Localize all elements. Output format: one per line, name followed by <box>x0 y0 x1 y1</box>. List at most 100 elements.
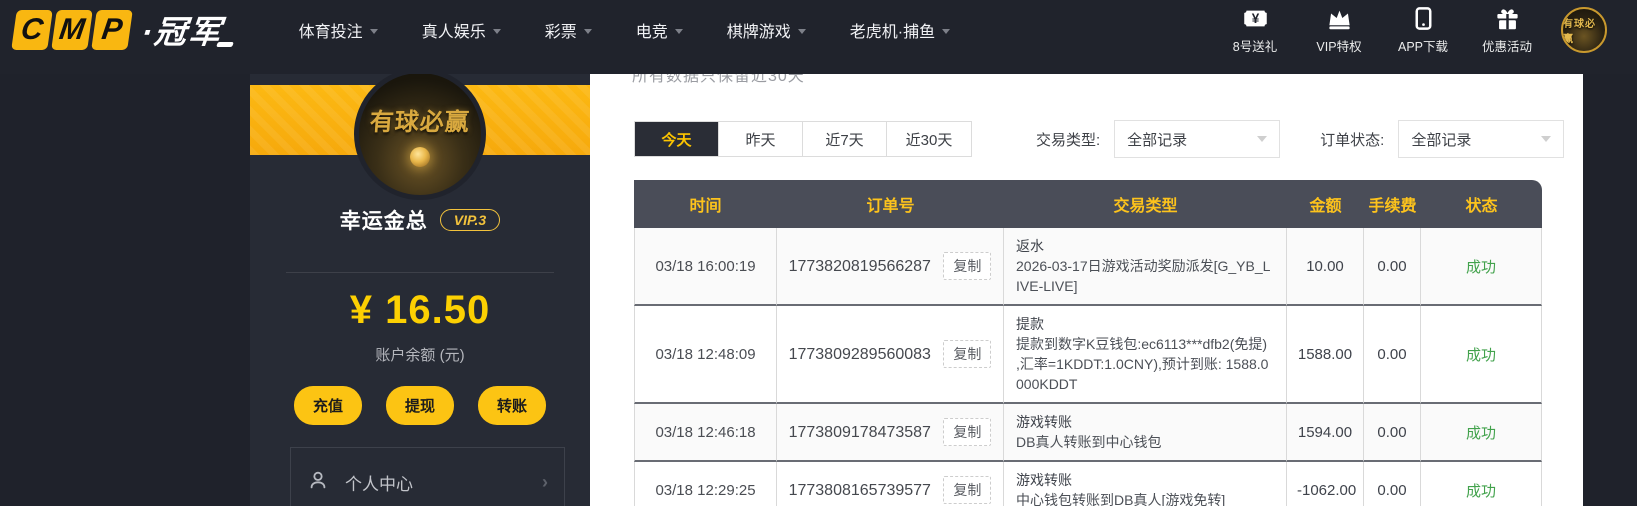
column-header-5: 状态 <box>1421 180 1542 228</box>
top-navigation-bar: C M P ·冠军 体育投注 真人娱乐 彩票 电竞 棋牌游戏 老虎机·捕鱼 ¥ … <box>0 0 1637 74</box>
date-range-tabs: 今天 昨天 近7天 近30天 <box>634 121 972 157</box>
table-row: 03/18 12:48:09 1773809289560083 复制 提款 提款… <box>634 306 1542 404</box>
main-nav: 体育投注 真人娱乐 彩票 电竞 棋牌游戏 老虎机·捕鱼 <box>299 18 951 42</box>
username: 幸运金总 <box>339 210 428 233</box>
nav-item-1[interactable]: 真人娱乐 <box>422 18 501 42</box>
account-balance: ¥ 16.50 <box>349 288 491 332</box>
cell-time: 03/18 12:29:25 <box>634 462 777 506</box>
table-header-row: 时间 订单号 交易类型 金额 手续费 状态 <box>634 180 1542 228</box>
page: C M P ·冠军 体育投注 真人娱乐 彩票 电竞 棋牌游戏 老虎机·捕鱼 ¥ … <box>0 0 1637 506</box>
column-header-2: 交易类型 <box>1004 180 1287 228</box>
copy-button[interactable]: 复制 <box>943 418 992 446</box>
logo-letter-box: P <box>91 10 133 50</box>
phone-icon <box>1410 5 1437 32</box>
coupon-icon: ¥ <box>1242 5 1269 32</box>
svg-text:¥: ¥ <box>1251 11 1259 26</box>
cell-order-number: 1773809178473587 复制 <box>777 404 1004 462</box>
cell-transaction-type: 提款 提款到数字K豆钱包:ec6113***dfb2(免提) ,汇率=1KDDT… <box>1004 306 1287 404</box>
chevron-down-icon <box>942 28 951 34</box>
chevron-down-icon <box>674 28 683 34</box>
site-logo[interactable]: C M P ·冠军 <box>11 7 234 53</box>
column-header-0: 时间 <box>634 180 777 228</box>
sidebar-item-personal-center[interactable]: 个人中心 › <box>290 447 565 506</box>
order-status-select[interactable]: 全部记录 <box>1398 120 1565 158</box>
cell-amount: -1062.00 <box>1287 462 1364 506</box>
copy-button[interactable]: 复制 <box>943 340 992 368</box>
chevron-down-icon <box>1541 136 1552 142</box>
cell-status: 成功 <box>1421 306 1542 404</box>
logo-letter-box: M <box>51 10 93 50</box>
cell-transaction-type: 游戏转账 DB真人转账到中心钱包 <box>1004 404 1287 462</box>
order-status-label: 订单状态: <box>1320 131 1385 149</box>
chevron-down-icon <box>583 28 592 34</box>
tab-1[interactable]: 昨天 <box>719 122 803 156</box>
cell-time: 03/18 12:46:18 <box>634 404 777 462</box>
logo-dash-decoration <box>215 42 234 47</box>
copy-button[interactable]: 复制 <box>943 476 992 504</box>
filters: 交易类型: 全部记录 订单状态: 全部记录 <box>1036 120 1565 158</box>
transfer-button[interactable]: 转账 <box>478 386 547 425</box>
chevron-down-icon <box>797 28 806 34</box>
vip-level-badge: VIP.3 <box>439 209 501 231</box>
cell-status: 成功 <box>1421 228 1542 306</box>
column-header-1: 订单号 <box>777 180 1004 228</box>
chevron-down-icon <box>369 28 378 34</box>
table-row: 03/18 12:29:25 1773808165739577 复制 游戏转账 … <box>634 462 1542 506</box>
cell-order-number: 1773820819566287 复制 <box>777 228 1004 306</box>
cell-transaction-type: 返水 2026-03-17日游戏活动奖励派发[G_YB_LIVE-LIVE] <box>1004 228 1287 306</box>
column-header-4: 手续费 <box>1364 180 1421 228</box>
nav-item-5[interactable]: 老虎机·捕鱼 <box>850 18 951 42</box>
logo-letter-box: C <box>11 10 53 50</box>
transaction-type-label: 交易类型: <box>1036 131 1101 149</box>
gift-day8-button[interactable]: ¥ 8号送礼 <box>1229 5 1281 55</box>
user-icon <box>307 469 329 496</box>
chevron-right-icon: › <box>542 471 548 492</box>
left-background-rail <box>0 74 250 506</box>
tab-0[interactable]: 今天 <box>635 122 719 156</box>
cell-order-number: 1773809289560083 复制 <box>777 306 1004 404</box>
user-avatar[interactable]: 有球必赢 <box>1561 7 1607 53</box>
chevron-down-icon <box>1257 136 1268 142</box>
transaction-records-panel: 所有数据只保留近30天 今天 昨天 近7天 近30天 交易类型: 全部记录 订单… <box>590 68 1583 506</box>
cell-fee: 0.00 <box>1364 306 1421 404</box>
logo-text: ·冠军 <box>139 14 225 50</box>
cell-time: 03/18 12:48:09 <box>634 306 777 404</box>
crown-icon <box>1326 5 1353 32</box>
cell-status: 成功 <box>1421 462 1542 506</box>
cell-time: 03/18 16:00:19 <box>634 228 777 306</box>
cell-status: 成功 <box>1421 404 1542 462</box>
cell-fee: 0.00 <box>1364 462 1421 506</box>
golden-ball-decoration <box>410 146 430 167</box>
copy-button[interactable]: 复制 <box>943 252 992 280</box>
transactions-table: 时间 订单号 交易类型 金额 手续费 状态 03/18 16:00:19 177… <box>634 180 1542 506</box>
cell-transaction-type: 游戏转账 中心钱包转账到DB真人[游戏免转] <box>1004 462 1287 506</box>
cell-amount: 1594.00 <box>1287 404 1364 462</box>
gift-icon <box>1494 5 1521 32</box>
balance-label: 账户余额 (元) <box>375 347 465 364</box>
cell-amount: 1588.00 <box>1287 306 1364 404</box>
tab-3[interactable]: 近30天 <box>887 122 971 156</box>
divider <box>286 272 554 273</box>
table-row: 03/18 12:46:18 1773809178473587 复制 游戏转账 … <box>634 404 1542 462</box>
nav-item-4[interactable]: 棋牌游戏 <box>727 18 806 42</box>
vip-button[interactable]: VIP特权 <box>1313 5 1365 55</box>
tab-2[interactable]: 近7天 <box>803 122 887 156</box>
promotions-button[interactable]: 优惠活动 <box>1481 5 1533 55</box>
chevron-down-icon <box>492 28 501 34</box>
table-row: 03/18 16:00:19 1773820819566287 复制 返水 20… <box>634 228 1542 306</box>
column-header-3: 金额 <box>1287 180 1364 228</box>
quick-links: ¥ 8号送礼 VIP特权 APP下载 优惠活动 <box>1229 5 1533 55</box>
profile-sidebar: 有球必赢 幸运金总 VIP.3 ¥ 16.50 账户余额 (元) 充值 提现 转… <box>250 68 590 506</box>
app-download-button[interactable]: APP下载 <box>1397 5 1449 55</box>
cell-fee: 0.00 <box>1364 228 1421 306</box>
recharge-button[interactable]: 充值 <box>293 386 362 425</box>
transaction-type-select[interactable]: 全部记录 <box>1114 120 1281 158</box>
nav-item-3[interactable]: 电竞 <box>636 18 683 42</box>
withdraw-button[interactable]: 提现 <box>385 386 454 425</box>
profile-avatar[interactable]: 有球必赢 <box>354 68 486 200</box>
cell-order-number: 1773808165739577 复制 <box>777 462 1004 506</box>
cell-fee: 0.00 <box>1364 404 1421 462</box>
nav-item-0[interactable]: 体育投注 <box>299 18 378 42</box>
nav-item-2[interactable]: 彩票 <box>545 18 592 42</box>
cell-amount: 10.00 <box>1287 228 1364 306</box>
